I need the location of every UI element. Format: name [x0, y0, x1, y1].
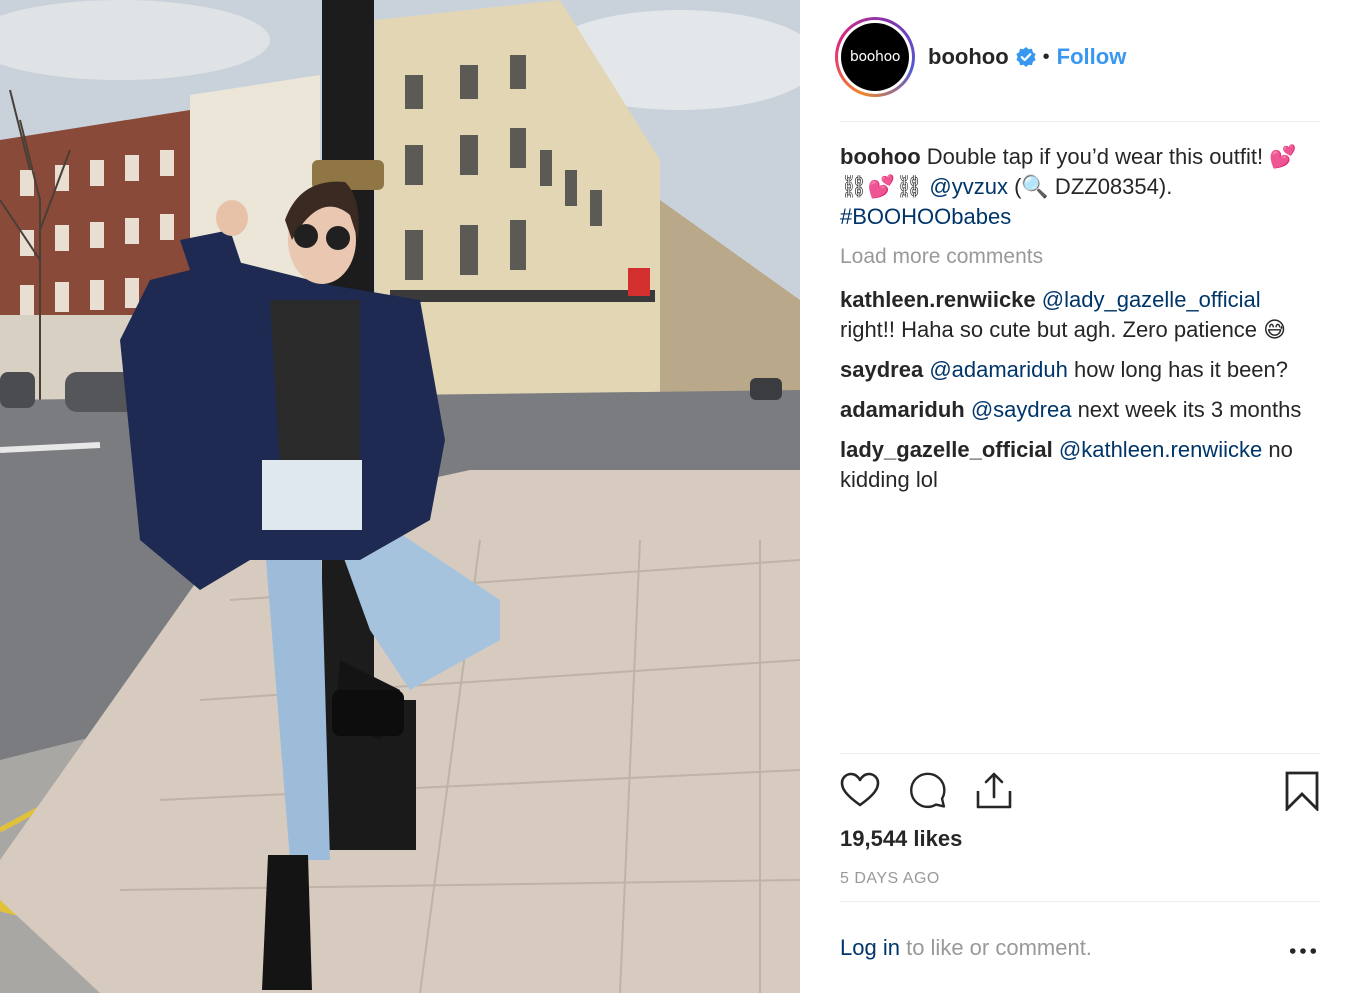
post-caption: boohoo Double tap if you’d wear this out…: [840, 142, 1320, 232]
like-button[interactable]: [838, 769, 882, 813]
comment-bubble-icon: [910, 772, 946, 809]
action-bar: [840, 769, 1320, 815]
share-button[interactable]: [972, 769, 1016, 813]
post-photo[interactable]: [0, 0, 800, 993]
save-bookmark-button[interactable]: [1280, 769, 1324, 813]
actions-divider: [840, 753, 1320, 754]
footer-divider: [840, 901, 1320, 902]
bookmark-icon: [1285, 771, 1319, 811]
comment-mention[interactable]: @lady_gazelle_official: [1042, 287, 1261, 312]
header-divider: [840, 121, 1320, 122]
more-options-button[interactable]: [1288, 936, 1318, 966]
share-upload-icon: [976, 772, 1012, 809]
avatar[interactable]: boohoo: [841, 23, 909, 91]
caption-text: Double tap if you’d wear this outfit! 💕: [926, 144, 1297, 169]
login-prompt-text: to like or comment.: [906, 935, 1092, 960]
comment: kathleen.renwiicke @lady_gazelle_officia…: [840, 285, 1320, 345]
comment-username[interactable]: lady_gazelle_official: [840, 437, 1053, 462]
comment: adamariduh @saydrea next week its 3 mont…: [840, 395, 1320, 425]
comment-username[interactable]: saydrea: [840, 357, 923, 382]
comment: saydrea @adamariduh how long has it been…: [840, 355, 1320, 385]
post-details-panel: boohoo boohoo • Follow boohoo Double tap…: [800, 0, 1358, 993]
comment: lady_gazelle_official @kathleen.renwiick…: [840, 435, 1320, 495]
owner-username[interactable]: boohoo: [928, 44, 1009, 70]
login-link[interactable]: Log in: [840, 935, 900, 960]
comments-section: boohoo Double tap if you’d wear this out…: [840, 142, 1320, 505]
verified-badge-icon: [1016, 47, 1036, 67]
comment-mention[interactable]: @adamariduh: [929, 357, 1068, 382]
caption-mention[interactable]: @yvzux: [929, 174, 1008, 199]
post-timestamp[interactable]: 5 DAYS AGO: [840, 870, 940, 888]
ellipsis-icon: [1289, 948, 1317, 954]
post-header: boohoo boohoo • Follow: [835, 16, 1126, 98]
comment-text: right!! Haha so cute but agh. Zero patie…: [840, 317, 1287, 342]
caption-product-code: (🔍 DZZ08354).: [1014, 174, 1173, 199]
likes-count[interactable]: 19,544 likes: [840, 826, 962, 852]
comment-text: how long has it been?: [1073, 357, 1289, 382]
comment-text: next week its 3 months: [1077, 397, 1302, 422]
post-owner: boohoo • Follow: [928, 44, 1126, 70]
heart-icon: [840, 772, 880, 807]
comment-mention[interactable]: @kathleen.renwiicke: [1059, 437, 1262, 462]
comment-button[interactable]: [906, 769, 950, 813]
caption-emoji: ⛓💕⛓: [840, 174, 924, 199]
login-prompt: Log in to like or comment.: [840, 935, 1092, 961]
caption-username[interactable]: boohoo: [840, 144, 921, 169]
comment-username[interactable]: kathleen.renwiicke: [840, 287, 1036, 312]
avatar-story-ring[interactable]: boohoo: [835, 17, 915, 97]
caption-hashtag[interactable]: #BOOHOObabes: [840, 204, 1011, 229]
load-more-comments-button[interactable]: Load more comments: [840, 242, 1320, 272]
street-scene-image: [0, 0, 800, 993]
comment-username[interactable]: adamariduh: [840, 397, 965, 422]
follow-button[interactable]: Follow: [1057, 44, 1127, 70]
separator-dot: •: [1042, 45, 1050, 68]
comment-mention[interactable]: @saydrea: [971, 397, 1072, 422]
